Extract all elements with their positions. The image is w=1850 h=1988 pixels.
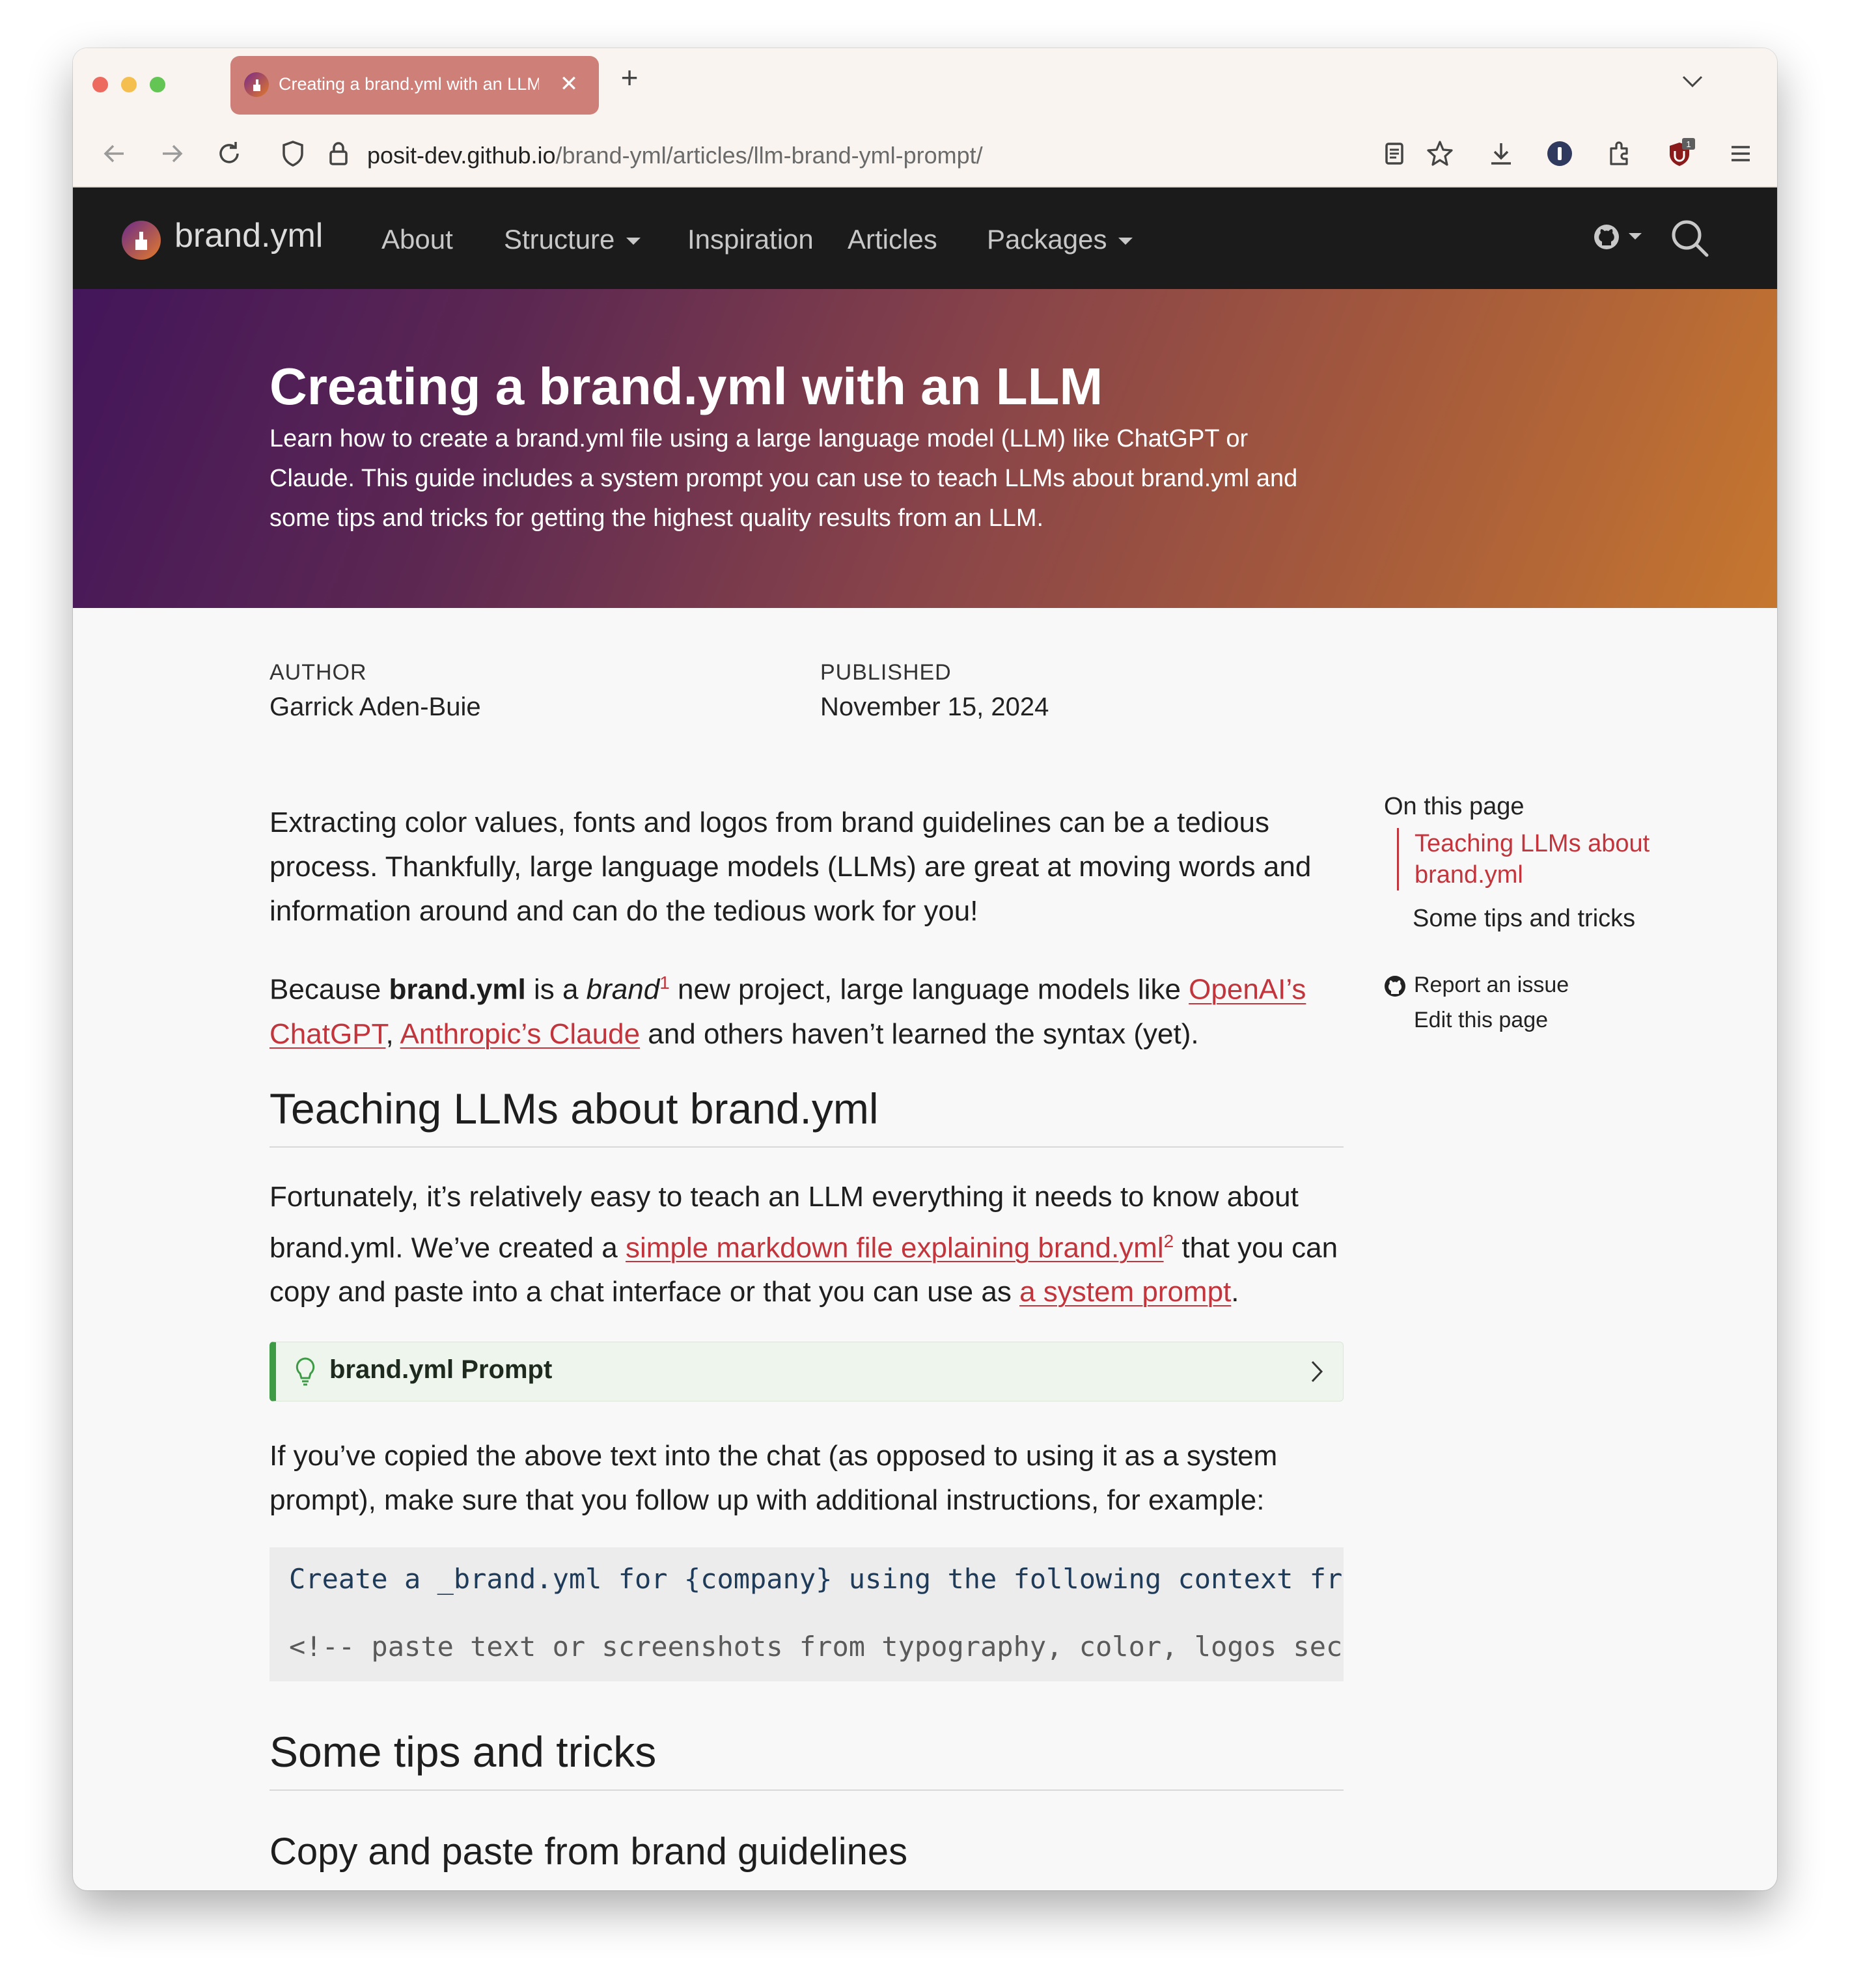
lock-icon[interactable]: [323, 138, 354, 169]
code-line-2: <!-- paste text or screenshots from typo…: [289, 1631, 1344, 1663]
section-heading-teaching: Teaching LLMs about brand.yml: [269, 1084, 1344, 1148]
brand-italic: brand: [586, 973, 660, 1006]
address-bar[interactable]: posit-dev.github.io/brand-yml/articles/l…: [367, 142, 983, 169]
github-icon: [1385, 976, 1405, 997]
forward-icon[interactable]: [156, 138, 187, 169]
close-tab-icon[interactable]: ✕: [556, 68, 582, 100]
reader-view-icon[interactable]: [1379, 138, 1410, 169]
nav-structure[interactable]: Structure: [504, 224, 641, 255]
toc-item-tips[interactable]: Some tips and tricks: [1413, 905, 1635, 933]
github-dropdown-icon[interactable]: [1592, 220, 1648, 254]
subsection-heading-copy-paste: Copy and paste from brand guidelines: [269, 1830, 908, 1873]
password-manager-icon[interactable]: [1544, 138, 1575, 169]
reload-icon[interactable]: [214, 138, 245, 169]
extensions-icon[interactable]: [1604, 138, 1635, 169]
extension-badge: 1: [1686, 139, 1691, 149]
page-title: Creating a brand.yml with an LLM: [269, 357, 1103, 415]
star-icon[interactable]: [1424, 138, 1456, 169]
callout-title: brand.yml Prompt: [329, 1355, 553, 1385]
active-tab[interactable]: Creating a brand.yml with an LLM ✕: [230, 56, 599, 115]
url-path: /brand-yml/articles/llm-brand-yml-prompt…: [555, 142, 983, 169]
download-icon[interactable]: [1485, 138, 1517, 169]
chevron-right-icon: [1311, 1361, 1323, 1383]
brand-home-link[interactable]: brand.yml: [174, 216, 323, 255]
claude-link[interactable]: Anthropic’s Claude: [400, 1018, 641, 1050]
code-block[interactable]: Create a _brand.yml for {company} using …: [269, 1547, 1344, 1682]
url-domain: posit-dev.github.io: [367, 142, 556, 169]
caret-down-icon: [626, 238, 641, 245]
tab-title: Creating a brand.yml with an LLM: [279, 74, 539, 94]
text: ,: [385, 1017, 400, 1050]
nav-structure-label: Structure: [504, 224, 615, 255]
hero-banner: Creating a brand.yml with an LLM Learn h…: [73, 289, 1777, 608]
nav-packages[interactable]: Packages: [987, 224, 1133, 255]
menu-icon[interactable]: [1725, 138, 1756, 169]
browser-window: Creating a brand.yml with an LLM ✕ + pos…: [73, 48, 1777, 1890]
toc-title: On this page: [1384, 793, 1525, 820]
prompt-callout-toggle[interactable]: brand.yml Prompt: [269, 1342, 1344, 1402]
system-prompt-link[interactable]: a system prompt: [1019, 1276, 1231, 1308]
markdown-file-link[interactable]: simple markdown file explaining brand.ym…: [626, 1232, 1164, 1263]
text: Because: [269, 973, 389, 1006]
nav-articles[interactable]: Articles: [848, 224, 937, 255]
published-date: November 15, 2024: [820, 693, 1049, 721]
section-heading-tips: Some tips and tricks: [269, 1727, 1344, 1791]
intro-paragraph: Extracting color values, fonts and logos…: [269, 807, 1312, 927]
nav-about[interactable]: About: [381, 224, 453, 255]
toc-item-teaching[interactable]: Teaching LLMs about brand.yml: [1397, 828, 1675, 890]
footnote-2-link[interactable]: 2: [1164, 1231, 1174, 1251]
zoom-window-button[interactable]: [150, 77, 165, 92]
text: is a: [525, 973, 587, 1006]
brand-logo-icon[interactable]: [121, 220, 161, 260]
lightbulb-icon: [296, 1357, 315, 1386]
text: new project, large language models like: [669, 973, 1189, 1006]
nav-packages-label: Packages: [987, 224, 1107, 255]
minimize-window-button[interactable]: [121, 77, 137, 92]
text: and others haven’t learned the syntax (y…: [640, 1017, 1199, 1050]
browser-toolbar: posit-dev.github.io/brand-yml/articles/l…: [73, 120, 1777, 187]
footnote-1-link[interactable]: 1: [659, 973, 670, 993]
code-line-1: Create a _brand.yml for {company} using …: [289, 1563, 1344, 1595]
site-navbar: brand.yml About Structure Inspiration Ar…: [73, 187, 1777, 289]
shield-icon[interactable]: [277, 138, 309, 169]
author-label: AUTHOR: [269, 660, 367, 685]
back-icon[interactable]: [99, 138, 130, 169]
brand-favicon-icon: [244, 72, 269, 97]
author-name: Garrick Aden-Buie: [269, 693, 481, 721]
ublock-icon[interactable]: 1: [1664, 138, 1695, 169]
new-tab-button[interactable]: +: [613, 61, 646, 94]
edit-page-link[interactable]: Edit this page: [1414, 1008, 1548, 1033]
article-body: Extracting color values, fonts and logos…: [269, 801, 1344, 1873]
published-label: PUBLISHED: [820, 660, 952, 685]
paragraph-brand-new: Because brand.yml is a brand1 new projec…: [269, 961, 1344, 1056]
brand-yml-bold: brand.yml: [389, 973, 526, 1006]
nav-inspiration[interactable]: Inspiration: [687, 224, 814, 255]
browser-chrome: Creating a brand.yml with an LLM ✕ + pos…: [73, 48, 1777, 187]
page-subtitle: Learn how to create a brand.yml file usi…: [269, 425, 1298, 532]
caret-down-icon: [1118, 238, 1133, 245]
tab-list-chevron-icon[interactable]: [1681, 72, 1704, 91]
paragraph-fortunately: Fortunately, it’s relatively easy to tea…: [269, 1175, 1344, 1315]
text: .: [1231, 1276, 1239, 1308]
search-icon[interactable]: [1669, 217, 1711, 259]
close-window-button[interactable]: [92, 77, 108, 92]
report-issue-link[interactable]: Report an issue: [1414, 973, 1569, 998]
paragraph-follow-up: If you’ve copied the above text into the…: [269, 1440, 1278, 1517]
